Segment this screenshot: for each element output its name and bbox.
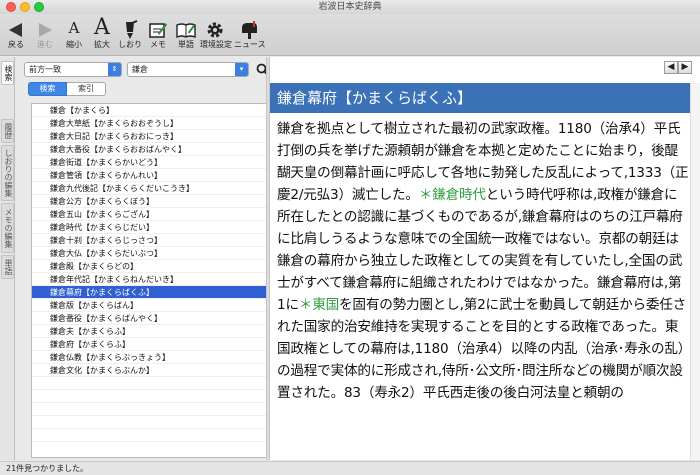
status-bar: 21件見つかりました。 <box>0 461 700 475</box>
bookmark-icon <box>115 16 145 40</box>
forward-arrow-icon <box>30 16 60 40</box>
gear-icon <box>200 16 230 40</box>
back-arrow-icon <box>1 16 31 40</box>
result-item[interactable]: 鎌倉大仏【かまくらだいぶつ】 <box>32 247 268 260</box>
result-item[interactable]: 鎌倉時代【かまくらじだい】 <box>32 221 268 234</box>
sidetab-history[interactable]: 履歴 <box>1 119 14 143</box>
result-item[interactable]: 鎌倉版【かまくらばん】 <box>32 299 268 312</box>
memo-button[interactable]: メモ <box>143 16 173 54</box>
sidetab-bookmark-edit[interactable]: しおりの編集 <box>1 145 14 201</box>
window-title: 岩波日本史辞典 <box>318 2 382 12</box>
tab-index[interactable]: 索引 <box>67 82 106 96</box>
empty-row <box>32 390 268 403</box>
enlarge-label: 拡大 <box>94 40 110 49</box>
search-index-toggle: 検索 索引 <box>28 82 106 96</box>
empty-row <box>32 377 268 390</box>
result-item[interactable]: 鎌倉府【かまくらふ】 <box>32 338 268 351</box>
article-panel: ◀ ▶ 鎌倉幕府【かまくらばくふ】 鎌倉を拠点として樹立された最初の武家政権。1… <box>270 57 700 460</box>
memo-icon <box>143 16 173 40</box>
word-button[interactable]: 単語 <box>171 16 201 54</box>
result-item[interactable]: 鎌倉幕府【かまくらばくふ】 <box>32 286 268 299</box>
bookmark-label: しおり <box>118 40 142 49</box>
memo-label: メモ <box>150 40 166 49</box>
back-button[interactable]: 戻る <box>1 16 31 54</box>
shrink-text-button[interactable]: A 縮小 <box>59 16 89 54</box>
article-text-2: という時代呼称は,政権が鎌倉に所在したとの認識に基づくものであるが,鎌倉幕府はの… <box>277 187 683 313</box>
result-item[interactable]: 鎌倉九代後記【かまくらくだいこうき】 <box>32 182 268 195</box>
result-item[interactable]: 鎌倉大日記【かまくらおおにっき】 <box>32 130 268 143</box>
right-arrow-icon: ▶ <box>681 62 689 72</box>
result-item[interactable]: 鎌倉【かまくら】 <box>32 104 268 117</box>
match-mode-value: 前方一致 <box>29 65 61 74</box>
ref-link-togoku[interactable]: ＊東国 <box>299 297 339 313</box>
close-window-button[interactable] <box>6 2 16 12</box>
results-list: 鎌倉【かまくら】 鎌倉大草紙【かまくらおおぞうし】 鎌倉大日記【かまくらおおにっき】… <box>31 103 269 458</box>
word-label: 単語 <box>178 40 194 49</box>
search-input-value: 鎌倉 <box>132 65 148 74</box>
article-title: 鎌倉幕府【かまくらばくふ】 <box>270 83 690 113</box>
bookmark-button[interactable]: しおり <box>115 16 145 54</box>
result-item[interactable]: 鎌倉殿【かまくらどの】 <box>32 260 268 273</box>
back-label: 戻る <box>8 40 24 49</box>
zoom-window-button[interactable] <box>34 2 44 12</box>
forward-label: 進む <box>37 40 53 49</box>
search-panel: 前方一致 ⇕ 鎌倉 ▾ 検索 索引 鎌倉【かまくら】 鎌倉大草紙【かまくらおおぞう… <box>16 57 270 460</box>
next-article-button[interactable]: ▶ <box>678 61 692 74</box>
article-text-3: を固有の勢力圏とし,第2に武士を動員して朝廷から委任された国家的治安維持を実現す… <box>277 297 687 401</box>
news-button[interactable]: ニュース <box>234 16 266 54</box>
enlarge-text-button[interactable]: A 拡大 <box>87 16 117 54</box>
empty-row <box>32 403 268 416</box>
left-arrow-icon: ◀ <box>667 62 675 72</box>
mailbox-icon <box>234 16 264 40</box>
result-item[interactable]: 鎌倉五山【かまくらござん】 <box>32 208 268 221</box>
news-label: ニュース <box>234 40 266 49</box>
toolbar: 戻る 進む A 縮小 A 拡大 しおり メモ 単語 環境設定 ニュース <box>0 14 700 56</box>
status-text: 21件見つかりました。 <box>6 464 89 473</box>
dropdown-chevron-icon: ▾ <box>235 63 248 76</box>
search-input[interactable]: 鎌倉 ▾ <box>127 62 249 77</box>
enlarge-text-icon: A <box>94 15 110 40</box>
shrink-label: 縮小 <box>66 40 82 49</box>
article-nav: ◀ ▶ <box>664 61 692 74</box>
result-item[interactable]: 鎌倉大番役【かまくらおおばんやく】 <box>32 143 268 156</box>
empty-row <box>32 416 268 429</box>
prev-article-button[interactable]: ◀ <box>664 61 678 74</box>
sidetab-word[interactable]: 単語 <box>1 255 14 279</box>
sidetab-search[interactable]: 検索 <box>1 61 14 85</box>
word-icon <box>171 16 201 40</box>
result-item[interactable]: 鎌倉年代記【かまくらねんだいき】 <box>32 273 268 286</box>
preferences-button[interactable]: 環境設定 <box>200 16 232 54</box>
result-item[interactable]: 鎌倉管領【かまくらかんれい】 <box>32 169 268 182</box>
ref-link-kamakura-jidai[interactable]: ＊鎌倉時代 <box>419 187 486 203</box>
result-item[interactable]: 鎌倉十刹【かまくらじっさつ】 <box>32 234 268 247</box>
preferences-label: 環境設定 <box>200 40 232 49</box>
empty-row <box>32 429 268 442</box>
minimize-window-button[interactable] <box>20 2 30 12</box>
sidetab-memo-edit[interactable]: メモの編集 <box>1 203 14 253</box>
article-scrollbar[interactable] <box>690 83 700 460</box>
article-body: 鎌倉を拠点として樹立された最初の武家政権。1180（治承4）平氏打倒の兵を挙げた… <box>277 118 689 404</box>
select-arrows-icon: ⇕ <box>108 63 121 76</box>
forward-button[interactable]: 進む <box>30 16 60 54</box>
result-item[interactable]: 鎌倉公方【かまくらくぼう】 <box>32 195 268 208</box>
result-item[interactable]: 鎌倉仏教【かまくらぶっきょう】 <box>32 351 268 364</box>
result-item[interactable]: 鎌倉夫【かまくらふ】 <box>32 325 268 338</box>
result-item[interactable]: 鎌倉番役【かまくらばんやく】 <box>32 312 268 325</box>
app-window: 岩波日本史辞典 戻る 進む A 縮小 A 拡大 しおり メモ 単語 環境設定 ニ… <box>0 0 700 475</box>
result-item[interactable]: 鎌倉街道【かまくらかいどう】 <box>32 156 268 169</box>
match-mode-select[interactable]: 前方一致 ⇕ <box>24 62 122 77</box>
result-item[interactable]: 鎌倉大草紙【かまくらおおぞうし】 <box>32 117 268 130</box>
side-tab-bar: 検索 履歴 しおりの編集 メモの編集 単語 <box>0 57 15 460</box>
shrink-text-icon: A <box>68 19 80 37</box>
result-item[interactable]: 鎌倉文化【かまくらぶんか】 <box>32 364 268 377</box>
title-bar: 岩波日本史辞典 <box>0 0 700 14</box>
tab-search[interactable]: 検索 <box>28 82 67 96</box>
